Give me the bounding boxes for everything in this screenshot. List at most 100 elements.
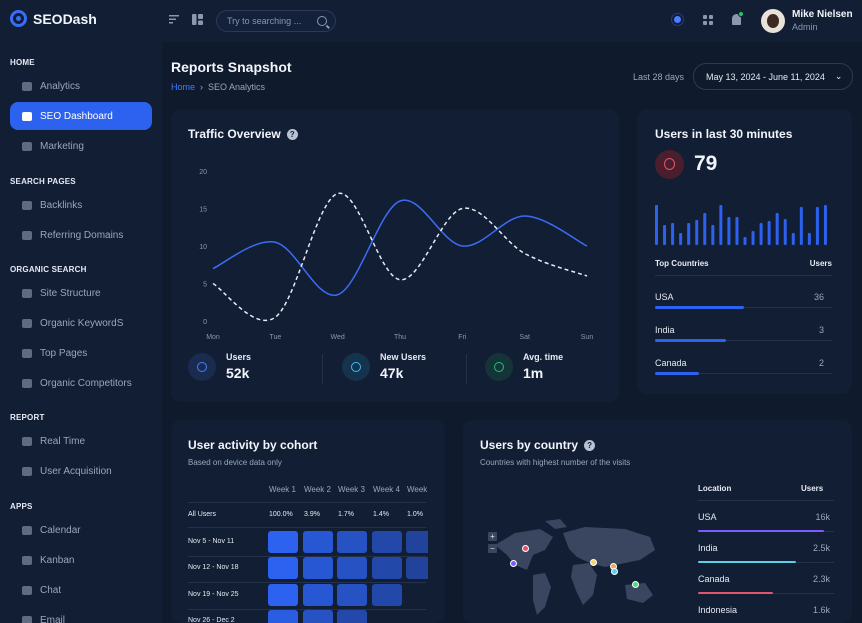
activity-bar[interactable] [791, 233, 795, 245]
theme-toggle-icon[interactable] [674, 16, 681, 23]
series-line-1[interactable] [212, 192, 588, 321]
help-icon[interactable]: ? [584, 440, 596, 451]
stat-divider [466, 354, 467, 384]
users-icon [655, 150, 684, 179]
country-row[interactable]: USA 36 [655, 292, 832, 309]
zoom-in-button[interactable]: + [488, 532, 497, 541]
bar-chart-icon [22, 81, 32, 91]
apps-icon[interactable] [703, 15, 713, 25]
sidebar-item-email[interactable]: Email [10, 606, 152, 623]
clock-icon [22, 436, 32, 446]
stat-text: New Users 47k [380, 352, 426, 381]
sidebar-item-top-pages[interactable]: Top Pages [10, 339, 152, 367]
country-progress-track [698, 592, 834, 594]
sidebar-item-label: Backlinks [40, 199, 83, 211]
country-users: 3 [818, 325, 824, 335]
top-bar: SEODash Try to searching ... Mike Nielse… [0, 0, 862, 42]
world-map[interactable] [485, 515, 665, 623]
country-subtitle: Countries with highest number of the vis… [480, 458, 631, 467]
sidebar-item-label: SEO Dashboard [40, 110, 113, 122]
stat-text: Users 52k [226, 352, 251, 381]
sidebar-item-chat[interactable]: Chat [10, 576, 152, 604]
user-name[interactable]: Mike Nielsen [792, 9, 853, 20]
activity-bar[interactable] [759, 223, 763, 245]
menu-toggle-icon[interactable] [169, 14, 179, 27]
activity-bar[interactable] [703, 213, 707, 245]
sidebar-item-label: User Acquisition [40, 465, 112, 477]
activity-bar[interactable] [815, 207, 819, 245]
sidebar-item-organic-keywords[interactable]: Organic KeywordS [10, 309, 152, 337]
sidebar-section-title: HOME [10, 58, 35, 67]
sidebar-item-backlinks[interactable]: Backlinks [10, 191, 152, 219]
activity-bar[interactable] [767, 221, 771, 245]
activity-bar[interactable] [679, 233, 683, 245]
activity-bar[interactable] [687, 223, 691, 245]
activity-bar[interactable] [775, 213, 779, 245]
activity-bar[interactable] [783, 219, 787, 245]
sidebar-item-kanban[interactable]: Kanban [10, 546, 152, 574]
activity-bar[interactable] [735, 217, 739, 245]
app-name: SEODash [33, 10, 97, 27]
activity-bar[interactable] [671, 223, 675, 245]
zoom-out-button[interactable]: − [488, 544, 497, 553]
sidebar-item-analytics[interactable]: Analytics [10, 72, 152, 100]
country-row[interactable]: India 3 [655, 325, 832, 342]
activity-bar[interactable] [727, 217, 731, 245]
sidebar-item-label: Email [40, 614, 66, 623]
sidebar-item-seo-dashboard[interactable]: SEO Dashboard [10, 102, 152, 130]
country-row[interactable]: Canada 2 [655, 358, 832, 375]
sidebar-item-organic-competitors[interactable]: Organic Competitors [10, 369, 152, 397]
country-title: Users by country [480, 438, 579, 452]
country-progress-track [698, 561, 834, 563]
sidebar-item-user-acquisition[interactable]: User Acquisition [10, 457, 152, 485]
search-icon[interactable] [317, 16, 327, 26]
date-range-picker[interactable]: May 13, 2024 - June 11, 2024 ⌄ [693, 63, 853, 90]
activity-bar[interactable] [719, 205, 723, 245]
map-marker[interactable] [510, 560, 517, 567]
sidebar-item-referring-domains[interactable]: Referring Domains [10, 221, 152, 249]
sidebar-item-real-time[interactable]: Real Time [10, 427, 152, 455]
stat-label: New Users [380, 352, 427, 362]
activity-bar[interactable] [655, 205, 658, 245]
search-input[interactable]: Try to searching ... [216, 10, 336, 32]
country-users: 1.6k [812, 605, 830, 615]
users-icon [188, 352, 216, 381]
country-users: 16k [815, 512, 830, 522]
map-marker[interactable] [590, 559, 597, 566]
users-icon [22, 466, 32, 476]
stat-divider [322, 354, 323, 384]
activity-bar[interactable] [711, 225, 715, 245]
pages-icon [22, 348, 32, 358]
map-marker[interactable] [611, 568, 618, 575]
sidebar-item-calendar[interactable]: Calendar [10, 516, 152, 544]
activity-bar[interactable] [695, 220, 699, 245]
activity-bar[interactable] [663, 225, 667, 245]
country-progress-track [655, 306, 832, 309]
header-divider [655, 275, 832, 276]
x-tick-label: Fri [458, 334, 467, 341]
activity-bar[interactable] [743, 237, 747, 245]
help-icon[interactable]: ? [286, 129, 298, 140]
users-header: Users [801, 484, 824, 493]
activity-bar[interactable] [799, 207, 803, 245]
avatar[interactable] [761, 9, 785, 33]
country-users: 2.3k [812, 574, 830, 584]
breadcrumb-home[interactable]: Home [171, 82, 195, 92]
map-marker-usa[interactable] [522, 545, 529, 552]
map-marker-indonesia[interactable] [632, 581, 639, 588]
user-role: Admin [792, 22, 818, 32]
layout-icon[interactable] [192, 14, 203, 28]
activity-bar[interactable] [807, 233, 811, 245]
sidebar-item-marketing[interactable]: Marketing [10, 132, 152, 160]
activity-bar[interactable] [823, 205, 827, 245]
activity-bar[interactable] [751, 231, 755, 245]
link-icon [22, 200, 32, 210]
logo[interactable]: SEODash [10, 10, 97, 27]
header-divider [698, 500, 834, 501]
chart-line-icon [22, 141, 32, 151]
country-progress-fill [655, 372, 700, 375]
x-tick-label: Sat [519, 334, 530, 341]
sidebar-item-site-structure[interactable]: Site Structure [10, 279, 152, 307]
country-name: India [655, 325, 675, 335]
clock-icon [485, 352, 513, 381]
